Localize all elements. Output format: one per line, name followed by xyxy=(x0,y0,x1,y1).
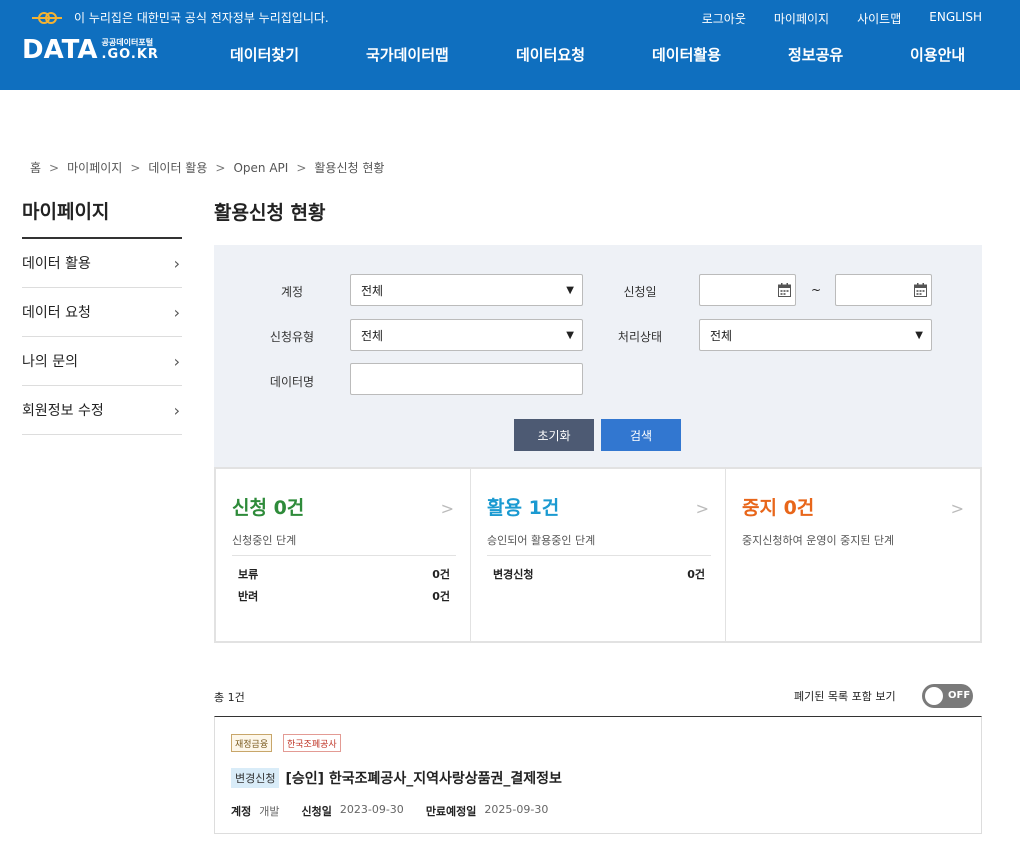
search-filter-panel: 계정 전체 ▼ 신청일 ~ 신청유형 전체 ▼ 처리상태 전체 ▼ 데이터명 초… xyxy=(214,245,982,467)
logo-data-text: DATA xyxy=(22,35,98,65)
list-item: 재정금융 한국조폐공사 변경신청 [승인] 한국조폐공사_지역사랑상품권_결제정… xyxy=(214,716,982,834)
request-type-badge: 변경신청 xyxy=(231,768,280,788)
status-select[interactable]: 전체 ▼ xyxy=(699,319,932,351)
breadcrumb-open-api[interactable]: Open API xyxy=(233,161,288,175)
sidebar-item-label: 회원정보 수정 xyxy=(22,403,104,419)
card-row-rejected: 반려 0건 xyxy=(238,590,450,603)
calendar-icon[interactable] xyxy=(914,283,927,297)
data-name-label: 데이터명 xyxy=(269,375,315,389)
card-row-hold: 보류 0건 xyxy=(238,568,450,581)
chevron-right-icon: › xyxy=(173,400,180,420)
apply-type-select[interactable]: 전체 ▼ xyxy=(350,319,583,351)
card-description: 승인되어 활용중인 단계 xyxy=(487,534,596,547)
english-link[interactable]: ENGLISH xyxy=(929,10,982,27)
sidebar-item-label: 데이터 활용 xyxy=(22,256,91,272)
card-title: 신청 0건 xyxy=(232,497,305,519)
sidebar-item-data-request[interactable]: 데이터 요청 › xyxy=(22,288,182,337)
nav-data-use[interactable]: 데이터활용 xyxy=(652,44,788,65)
apply-date-start-input[interactable] xyxy=(699,274,796,306)
card-description: 중지신청하여 운영이 중지된 단계 xyxy=(742,534,895,547)
status-card-stop: 중지 0건 > 중지신청하여 운영이 중지된 단계 xyxy=(726,469,980,641)
breadcrumb-home[interactable]: 홈 xyxy=(30,159,41,176)
sitemap-link[interactable]: 사이트맵 xyxy=(857,10,901,27)
toggle-knob xyxy=(925,687,943,705)
apply-date-label: 신청일 xyxy=(623,285,657,299)
toggle-state: OFF xyxy=(948,690,971,701)
chevron-down-icon: ▼ xyxy=(915,329,923,341)
chevron-right-icon: > xyxy=(49,160,60,175)
breadcrumb: 홈 > 마이페이지 > 데이터 활용 > Open API > 활용신청 현황 xyxy=(30,159,384,176)
status-label: 처리상태 xyxy=(617,330,663,344)
status-select-value: 전체 xyxy=(710,328,733,343)
status-summary: 신청 0건 > 신청중인 단계 보류 0건 반려 0건 활용 1건 > 승인되어… xyxy=(214,467,982,643)
apply-type-select-value: 전체 xyxy=(361,328,384,343)
sidebar-title: 마이페이지 xyxy=(22,197,182,239)
sidebar-item-edit-member[interactable]: 회원정보 수정 › xyxy=(22,386,182,435)
sidebar-item-my-inquiry[interactable]: 나의 문의 › xyxy=(22,337,182,386)
list-item-meta: 계정 개발 신청일 2023-09-30 만료예정일 2025-09-30 xyxy=(231,803,549,818)
page-title: 활용신청 현황 xyxy=(214,202,326,224)
card-title: 중지 0건 xyxy=(742,497,815,519)
include-discarded-toggle[interactable]: OFF xyxy=(922,684,973,708)
date-range-separator: ~ xyxy=(811,283,822,297)
card-title: 활용 1건 xyxy=(487,497,560,519)
chevron-right-icon[interactable]: > xyxy=(441,499,454,518)
provider-tag: 한국조폐공사 xyxy=(283,734,341,752)
logo-domain: .GO.KR xyxy=(101,47,159,62)
chevron-right-icon: > xyxy=(296,160,307,175)
chevron-right-icon: > xyxy=(215,160,226,175)
gov-banner: 이 누리집은 대한민국 공식 전자정부 누리집입니다. xyxy=(30,9,329,26)
calendar-icon[interactable] xyxy=(778,283,791,297)
account-select[interactable]: 전체 ▼ xyxy=(350,274,583,306)
breadcrumb-mypage[interactable]: 마이페이지 xyxy=(67,159,122,176)
logout-link[interactable]: 로그아웃 xyxy=(702,10,746,27)
account-select-value: 전체 xyxy=(361,283,384,298)
utility-links: 로그아웃 마이페이지 사이트맵 ENGLISH xyxy=(702,10,982,27)
list-item-title[interactable]: [승인] 한국조폐공사_지역사랑상품권_결제정보 xyxy=(285,768,561,788)
nav-national-data-map[interactable]: 국가데이터맵 xyxy=(366,44,516,65)
gov-emblem-icon xyxy=(30,10,64,26)
main-nav: 데이터찾기 국가데이터맵 데이터요청 데이터활용 정보공유 이용안내 xyxy=(230,44,965,65)
card-row-change-request: 변경신청 0건 xyxy=(493,568,705,581)
chevron-right-icon: › xyxy=(173,302,180,322)
data-name-input[interactable] xyxy=(350,363,583,395)
apply-type-label: 신청유형 xyxy=(269,330,315,344)
breadcrumb-current: 활용신청 현황 xyxy=(314,161,385,175)
nav-guide[interactable]: 이용안내 xyxy=(910,44,965,65)
include-discarded-label: 폐기된 목록 포함 보기 xyxy=(794,690,896,703)
chevron-right-icon: › xyxy=(173,351,180,371)
chevron-down-icon: ▼ xyxy=(566,329,574,341)
site-logo[interactable]: DATA 공공데이터포털 .GO.KR xyxy=(22,36,159,64)
gov-banner-text: 이 누리집은 대한민국 공식 전자정부 누리집입니다. xyxy=(74,11,329,25)
nav-find-data[interactable]: 데이터찾기 xyxy=(230,44,366,65)
mypage-link[interactable]: 마이페이지 xyxy=(774,10,829,27)
sidebar-item-label: 나의 문의 xyxy=(22,354,78,370)
chevron-right-icon[interactable]: > xyxy=(696,499,709,518)
account-label: 계정 xyxy=(280,285,304,299)
sidebar: 마이페이지 데이터 활용 › 데이터 요청 › 나의 문의 › 회원정보 수정 … xyxy=(22,197,182,435)
chevron-right-icon[interactable]: > xyxy=(951,499,964,518)
sidebar-item-label: 데이터 요청 xyxy=(22,305,91,321)
breadcrumb-data-use[interactable]: 데이터 활용 xyxy=(148,159,207,176)
sidebar-item-data-use[interactable]: 데이터 활용 › xyxy=(22,239,182,288)
status-card-use: 활용 1건 > 승인되어 활용중인 단계 변경신청 0건 xyxy=(471,469,726,641)
chevron-right-icon: › xyxy=(173,253,180,273)
total-count: 총 1건 xyxy=(214,691,245,704)
chevron-down-icon: ▼ xyxy=(566,284,574,296)
apply-date-end-input[interactable] xyxy=(835,274,932,306)
site-header: 이 누리집은 대한민국 공식 전자정부 누리집입니다. 로그아웃 마이페이지 사… xyxy=(0,0,1020,90)
reset-button[interactable]: 초기화 xyxy=(514,419,594,451)
nav-data-request[interactable]: 데이터요청 xyxy=(516,44,652,65)
card-description: 신청중인 단계 xyxy=(232,534,297,547)
chevron-right-icon: > xyxy=(130,160,141,175)
category-tag: 재정금융 xyxy=(231,734,273,752)
nav-info-share[interactable]: 정보공유 xyxy=(788,44,910,65)
status-card-apply: 신청 0건 > 신청중인 단계 보류 0건 반려 0건 xyxy=(216,469,471,641)
search-button[interactable]: 검색 xyxy=(601,419,681,451)
